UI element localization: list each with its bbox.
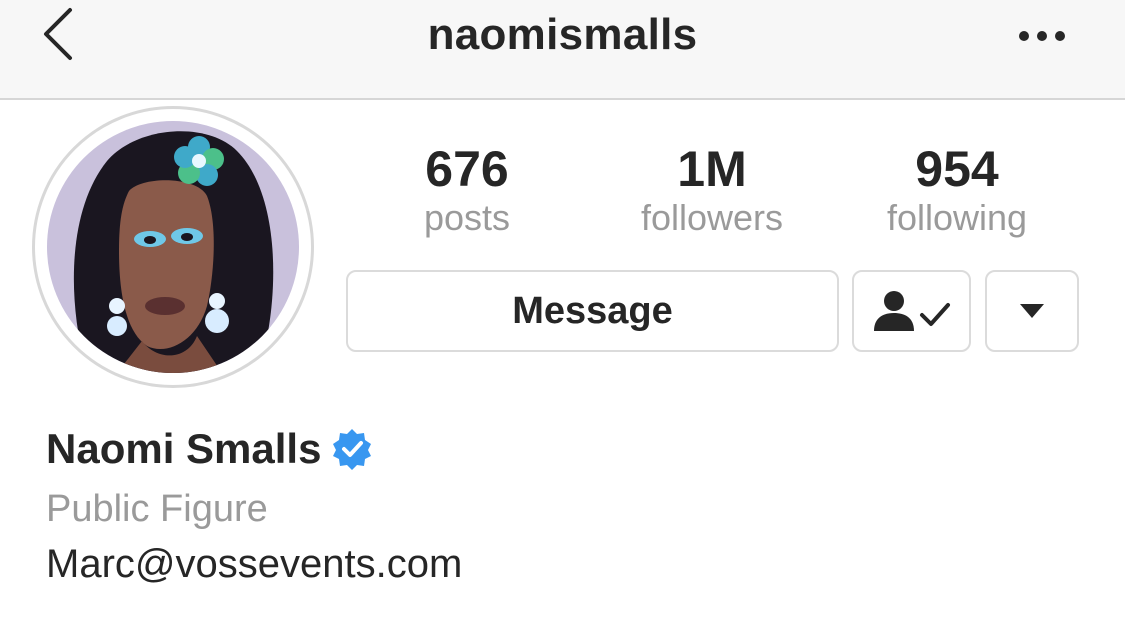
profile-username-title: naomismalls — [427, 10, 698, 59]
stat-following[interactable]: 954 following — [842, 140, 1072, 238]
followers-count: 1M — [677, 141, 747, 197]
following-count: 954 — [915, 141, 999, 197]
stat-posts[interactable]: 676 posts — [352, 140, 582, 238]
profile-contact-email[interactable]: Marc@vossevents.com — [46, 542, 462, 587]
following-button[interactable] — [852, 270, 971, 352]
avatar[interactable] — [47, 121, 299, 373]
person-check-icon — [873, 291, 950, 331]
verified-badge-icon — [333, 429, 372, 470]
profile-name-row: Naomi Smalls — [46, 424, 373, 474]
caret-down-icon — [1020, 304, 1044, 318]
profile-photo — [47, 121, 299, 373]
top-navigation-bar: naomismalls — [0, 0, 1125, 100]
following-label: following — [886, 197, 1028, 238]
suggestions-dropdown-button[interactable] — [985, 270, 1079, 352]
stat-followers[interactable]: 1M followers — [597, 140, 827, 238]
more-horizontal-icon[interactable] — [1012, 24, 1072, 48]
profile-category: Public Figure — [46, 488, 268, 530]
followers-label: followers — [640, 197, 784, 238]
profile-display-name: Naomi Smalls — [46, 425, 322, 472]
posts-count: 676 — [425, 141, 509, 197]
message-button[interactable]: Message — [346, 270, 839, 352]
posts-label: posts — [423, 197, 511, 238]
